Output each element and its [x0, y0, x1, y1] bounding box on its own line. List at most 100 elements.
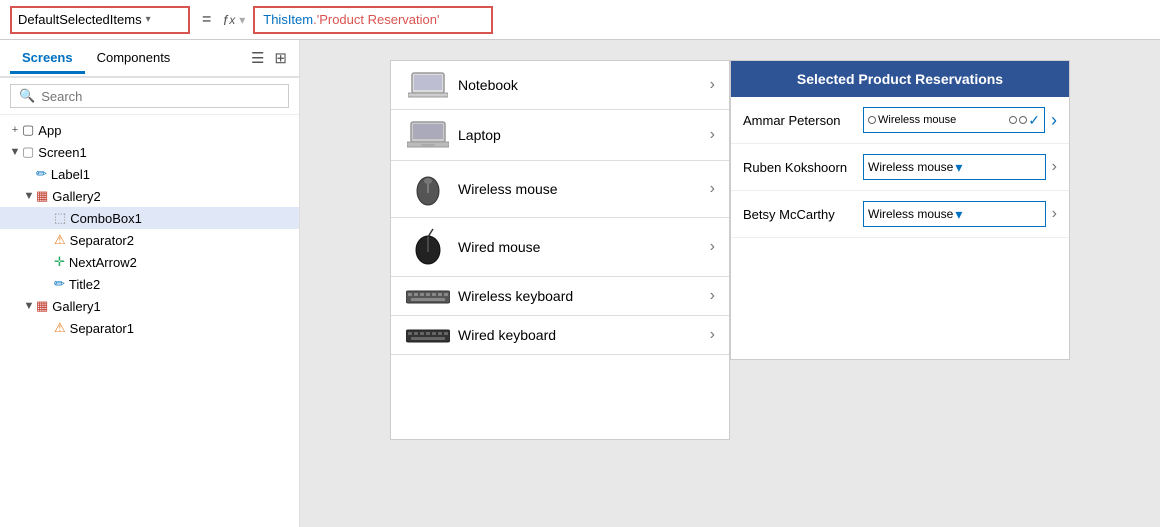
wireless-mouse-label: Wireless mouse — [458, 181, 710, 197]
ammar-row-chevron-icon: › — [1051, 110, 1057, 131]
tree-item-gallery2[interactable]: ▼ ▦ Gallery2 — [0, 185, 299, 207]
separator1-icon: ⚠ — [54, 320, 66, 336]
wireless-mouse-chevron-icon: › — [710, 180, 715, 198]
tree-label-combobox1: ComboBox1 — [70, 211, 291, 226]
formula-rest: .'Product Reservation' — [313, 12, 439, 27]
expand-icon-gallery2: ▼ — [22, 190, 36, 202]
tree-item-label1[interactable]: ✏ Label1 — [0, 163, 299, 185]
betsy-combo[interactable]: Wireless mouse ▾ — [863, 201, 1046, 227]
ammar-dot-left — [868, 116, 876, 124]
tree-label-gallery2: Gallery2 — [52, 189, 291, 204]
wired-mouse-label: Wired mouse — [458, 239, 710, 255]
ammar-combo-chevron-icon: ✓ — [1028, 112, 1040, 129]
separator-icon: ⚠ — [54, 232, 66, 248]
sidebar-icon-group: ☰ ⊞ — [249, 47, 289, 69]
product-item-wireless-mouse[interactable]: Wireless mouse › — [391, 161, 729, 218]
betsy-combo-value: Wireless mouse — [868, 207, 953, 221]
tree-label-gallery1: Gallery1 — [52, 299, 291, 314]
formula-input-field[interactable]: ThisItem.'Product Reservation' — [253, 6, 493, 34]
tree-item-combobox1[interactable]: ⬚ ComboBox1 — [0, 207, 299, 229]
screen-icon: ▢ — [22, 144, 34, 160]
expand-icon-gallery1: ▼ — [22, 300, 36, 312]
sidebar: Screens Components ☰ ⊞ 🔍 + ▢ App — [0, 40, 300, 527]
sidebar-search-area: 🔍 — [0, 78, 299, 115]
reservation-row-ruben: Ruben Kokshoorn Wireless mouse ▾ › — [731, 144, 1069, 191]
tab-screens[interactable]: Screens — [10, 44, 85, 74]
formula-this-item: ThisItem — [263, 12, 313, 27]
betsy-row-chevron-icon: › — [1052, 205, 1057, 223]
wired-keyboard-icon — [405, 327, 450, 343]
product-item-wireless-keyboard[interactable]: Wireless keyboard › — [391, 277, 729, 316]
property-dropdown-label: DefaultSelectedItems — [18, 12, 142, 27]
ammar-dot-right2 — [1019, 116, 1027, 124]
gallery1-icon: ▦ — [36, 298, 48, 314]
search-box[interactable]: 🔍 — [10, 84, 289, 108]
chevron-down-icon: ▾ — [146, 14, 182, 25]
laptop-chevron-icon: › — [710, 126, 715, 144]
tree-item-screen1[interactable]: ▼ ▢ Screen1 — [0, 141, 299, 163]
wireless-keyboard-label: Wireless keyboard — [458, 288, 710, 304]
betsy-combo-chevron-icon: ▾ — [955, 206, 1040, 223]
tab-components[interactable]: Components — [85, 44, 183, 74]
tree-item-nextarrow2[interactable]: ✛ NextArrow2 — [0, 251, 299, 273]
fx-label: x — [229, 13, 235, 27]
tree-label-label1: Label1 — [51, 167, 291, 182]
list-view-icon[interactable]: ☰ — [249, 47, 266, 69]
wired-mouse-chevron-icon: › — [710, 238, 715, 256]
product-item-notebook[interactable]: Notebook › — [391, 61, 729, 110]
ammar-dot-right1 — [1009, 116, 1017, 124]
ruben-combo-value: Wireless mouse — [868, 160, 953, 174]
search-input[interactable] — [41, 89, 280, 104]
tree-item-app[interactable]: + ▢ App — [0, 119, 299, 141]
main-layout: Screens Components ☰ ⊞ 🔍 + ▢ App — [0, 40, 1160, 527]
wired-keyboard-chevron-icon: › — [710, 326, 715, 344]
ammar-combo-value: Wireless mouse — [878, 114, 1008, 126]
laptop-icon — [405, 120, 450, 150]
ammar-name: Ammar Peterson — [743, 113, 863, 128]
tree-item-gallery1[interactable]: ▼ ▦ Gallery1 — [0, 295, 299, 317]
wired-keyboard-label: Wired keyboard — [458, 327, 710, 343]
fx-icon: f — [223, 12, 227, 28]
wired-mouse-icon — [405, 228, 450, 266]
reservations-title: Selected Product Reservations — [797, 71, 1003, 87]
betsy-name: Betsy McCarthy — [743, 207, 863, 222]
tree-label-separator2: Separator2 — [70, 233, 291, 248]
grid-view-icon[interactable]: ⊞ — [272, 47, 289, 69]
tree-item-title2[interactable]: ✏ Title2 — [0, 273, 299, 295]
tree-label-title2: Title2 — [69, 277, 291, 292]
property-dropdown[interactable]: DefaultSelectedItems ▾ — [10, 6, 190, 34]
fx-button[interactable]: fx ▾ — [223, 12, 245, 28]
reservation-row-betsy: Betsy McCarthy Wireless mouse ▾ › — [731, 191, 1069, 238]
gallery-icon: ▦ — [36, 188, 48, 204]
tree-label-screen1: Screen1 — [38, 145, 291, 160]
laptop-label: Laptop — [458, 127, 710, 143]
ammar-combo[interactable]: Wireless mouse ✓ — [863, 107, 1045, 133]
product-item-wired-mouse[interactable]: Wired mouse › — [391, 218, 729, 277]
ruben-row-chevron-icon: › — [1052, 158, 1057, 176]
reservations-panel: Selected Product Reservations Ammar Pete… — [730, 60, 1070, 360]
expand-icon-app: + — [8, 124, 22, 136]
title2-icon: ✏ — [54, 276, 65, 292]
equals-sign: = — [198, 11, 215, 29]
expand-icon-screen1: ▼ — [8, 146, 22, 158]
tree-label-nextarrow2: NextArrow2 — [69, 255, 291, 270]
wireless-keyboard-icon — [405, 288, 450, 304]
notebook-icon — [405, 71, 450, 99]
ruben-combo[interactable]: Wireless mouse ▾ — [863, 154, 1046, 180]
sidebar-tabs: Screens Components ☰ ⊞ — [0, 40, 299, 78]
tree-item-separator1[interactable]: ⚠ Separator1 — [0, 317, 299, 339]
product-item-wired-keyboard[interactable]: Wired keyboard › — [391, 316, 729, 355]
ruben-name: Ruben Kokshoorn — [743, 160, 863, 175]
product-list-panel: Notebook › Laptop › — [390, 60, 730, 440]
tree-label-app: App — [38, 123, 291, 138]
nextarrow-icon: ✛ — [54, 254, 65, 270]
component-tree: + ▢ App ▼ ▢ Screen1 ✏ Label1 ▼ ▦ Gallery… — [0, 115, 299, 527]
app-icon: ▢ — [22, 122, 34, 138]
tree-label-separator1: Separator1 — [70, 321, 291, 336]
canvas-area: Notebook › Laptop › — [300, 40, 1160, 527]
notebook-chevron-icon: › — [710, 76, 715, 94]
search-icon: 🔍 — [19, 88, 35, 104]
product-item-laptop[interactable]: Laptop › — [391, 110, 729, 161]
reservations-header: Selected Product Reservations — [731, 61, 1069, 97]
tree-item-separator2[interactable]: ⚠ Separator2 — [0, 229, 299, 251]
